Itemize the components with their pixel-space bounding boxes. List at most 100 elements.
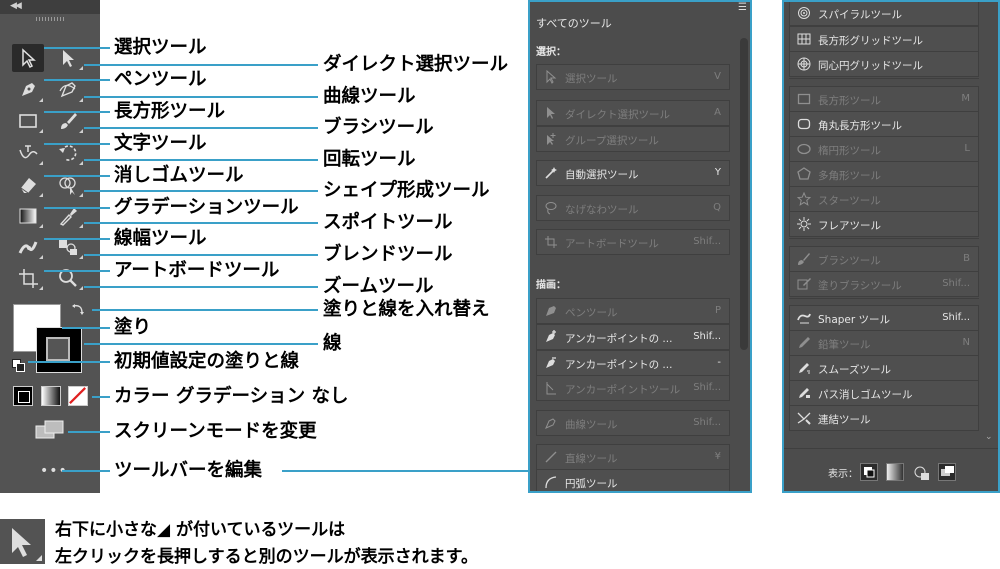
submenu-corner-icon <box>79 255 83 259</box>
callout-line <box>84 343 318 345</box>
callout-line <box>44 207 110 209</box>
callout-line <box>44 238 110 240</box>
callout-line <box>84 96 318 98</box>
label-zoom-tool: ズームツール <box>323 276 434 297</box>
color-mode-button[interactable] <box>13 386 33 406</box>
pen-icon <box>22 83 35 96</box>
label-selection-tool: 選択ツール <box>114 37 207 58</box>
toolbar-grip[interactable] <box>36 17 66 21</box>
submenu-corner-icon <box>39 161 43 165</box>
width-tool-icon <box>18 241 38 254</box>
callout-line <box>84 286 318 288</box>
selection-arrow-icon <box>22 48 36 69</box>
default-fill-stroke-icon[interactable] <box>12 357 25 372</box>
callout-line <box>44 143 110 145</box>
swap-fill-stroke-icon[interactable] <box>70 302 86 318</box>
callout-line <box>62 470 110 472</box>
submenu-corner-icon <box>39 98 43 102</box>
callout-line <box>84 64 318 66</box>
callout-line <box>84 254 318 256</box>
submenu-corner-icon <box>39 286 43 290</box>
label-direct-selection-tool: ダイレクト選択ツール <box>323 54 509 75</box>
label-gradient-tool: グラデーションツール <box>114 197 299 218</box>
submenu-corner-icon <box>79 98 83 102</box>
selection-arrow-icon <box>12 528 42 561</box>
submenu-corner-icon <box>79 161 83 165</box>
rotate-icon <box>59 145 77 161</box>
label-width-tool: 線幅ツール <box>114 228 207 249</box>
double-chevron-left-icon[interactable]: ◀◀ <box>10 1 22 11</box>
label-default-fill-stroke: 初期値設定の塗りと線 <box>114 351 300 372</box>
label-rectangle-tool: 長方形ツール <box>114 101 226 122</box>
toolbar: ◀◀ ••• <box>0 0 100 493</box>
callout-line <box>44 79 110 81</box>
label-type-tool: 文字ツール <box>114 133 207 154</box>
curvature-pen-icon <box>59 82 76 98</box>
label-stroke: 線 <box>323 333 342 354</box>
shape-builder-icon <box>59 177 76 195</box>
label-artboard-tool: アートボードツール <box>114 260 280 281</box>
label-brush-tool: ブラシツール <box>323 117 434 138</box>
callout-line <box>84 190 318 192</box>
pen-tool-button[interactable] <box>12 76 44 104</box>
artboard-icon <box>19 269 38 288</box>
eraser-tool-button[interactable] <box>12 171 44 199</box>
callout-line <box>68 431 110 433</box>
callout-line <box>44 175 110 177</box>
stroke-swatch[interactable] <box>36 327 82 373</box>
submenu-corner-icon <box>39 193 43 197</box>
rectangle-icon <box>19 114 37 128</box>
submenu-corner-icon <box>39 224 43 228</box>
label-eraser-tool: 消しゴムツール <box>114 165 244 186</box>
gradient-icon <box>19 208 37 224</box>
label-edit-toolbar: ツールバーを編集 <box>114 460 263 481</box>
callout-line <box>44 270 110 272</box>
panel-highlight-frame <box>782 0 1000 493</box>
label-color-modes: カラー グラデーション なし <box>114 386 349 407</box>
label-screen-mode: スクリーンモードを変更 <box>114 421 317 442</box>
note-line-1: 右下に小さな◢ が付いているツールは <box>55 520 346 540</box>
panel-highlight-frame <box>528 0 752 493</box>
label-shape-builder-tool: シェイプ形成ツール <box>323 180 490 201</box>
rectangle-tool-button[interactable] <box>12 107 44 135</box>
type-on-path-icon <box>19 145 38 159</box>
screen-mode-icon <box>35 420 64 439</box>
width-tool-button[interactable] <box>12 233 44 261</box>
submenu-corner-icon <box>39 255 43 259</box>
label-fill: 塗り <box>114 317 152 338</box>
gradient-mode-button[interactable] <box>41 386 61 406</box>
callout-line <box>62 327 110 329</box>
zoom-tool-button[interactable] <box>52 264 84 292</box>
gradient-tool-button[interactable] <box>12 202 44 230</box>
direct-selection-arrow-icon <box>63 50 74 67</box>
submenu-corner-icon <box>79 224 83 228</box>
submenu-corner-icon <box>79 193 83 197</box>
selection-tool-button[interactable] <box>12 44 44 72</box>
submenu-corner-icon <box>79 66 83 70</box>
callout-line <box>44 111 110 113</box>
label-swap-fill-stroke: 塗りと線を入れ替え <box>323 299 490 320</box>
label-rotate-tool: 回転ツール <box>323 149 416 170</box>
submenu-corner-icon <box>79 129 83 133</box>
tool-icon-with-corner <box>0 519 45 564</box>
callout-line <box>44 47 110 49</box>
label-curvature-tool: 曲線ツール <box>323 86 416 107</box>
screen-mode-button[interactable] <box>34 420 66 440</box>
callout-line <box>92 396 110 398</box>
label-pen-tool: ペンツール <box>114 69 207 90</box>
callout-line <box>84 127 318 129</box>
label-blend-tool: ブレンドツール <box>323 244 453 265</box>
artboard-tool-button[interactable] <box>12 264 44 292</box>
callout-line <box>92 309 318 311</box>
note-line-2: 左クリックを長押しすると別のツールが表示されます。 <box>55 547 478 567</box>
callout-line-to-panel <box>282 470 528 472</box>
brush-icon <box>61 113 77 129</box>
type-tool-button[interactable] <box>12 139 44 167</box>
submenu-corner-icon <box>79 286 83 290</box>
eraser-icon <box>20 178 36 194</box>
callout-line <box>84 222 318 224</box>
none-mode-button[interactable] <box>68 386 88 406</box>
callout-line <box>84 159 318 161</box>
callout-line <box>28 361 110 363</box>
submenu-corner-icon <box>39 129 43 133</box>
